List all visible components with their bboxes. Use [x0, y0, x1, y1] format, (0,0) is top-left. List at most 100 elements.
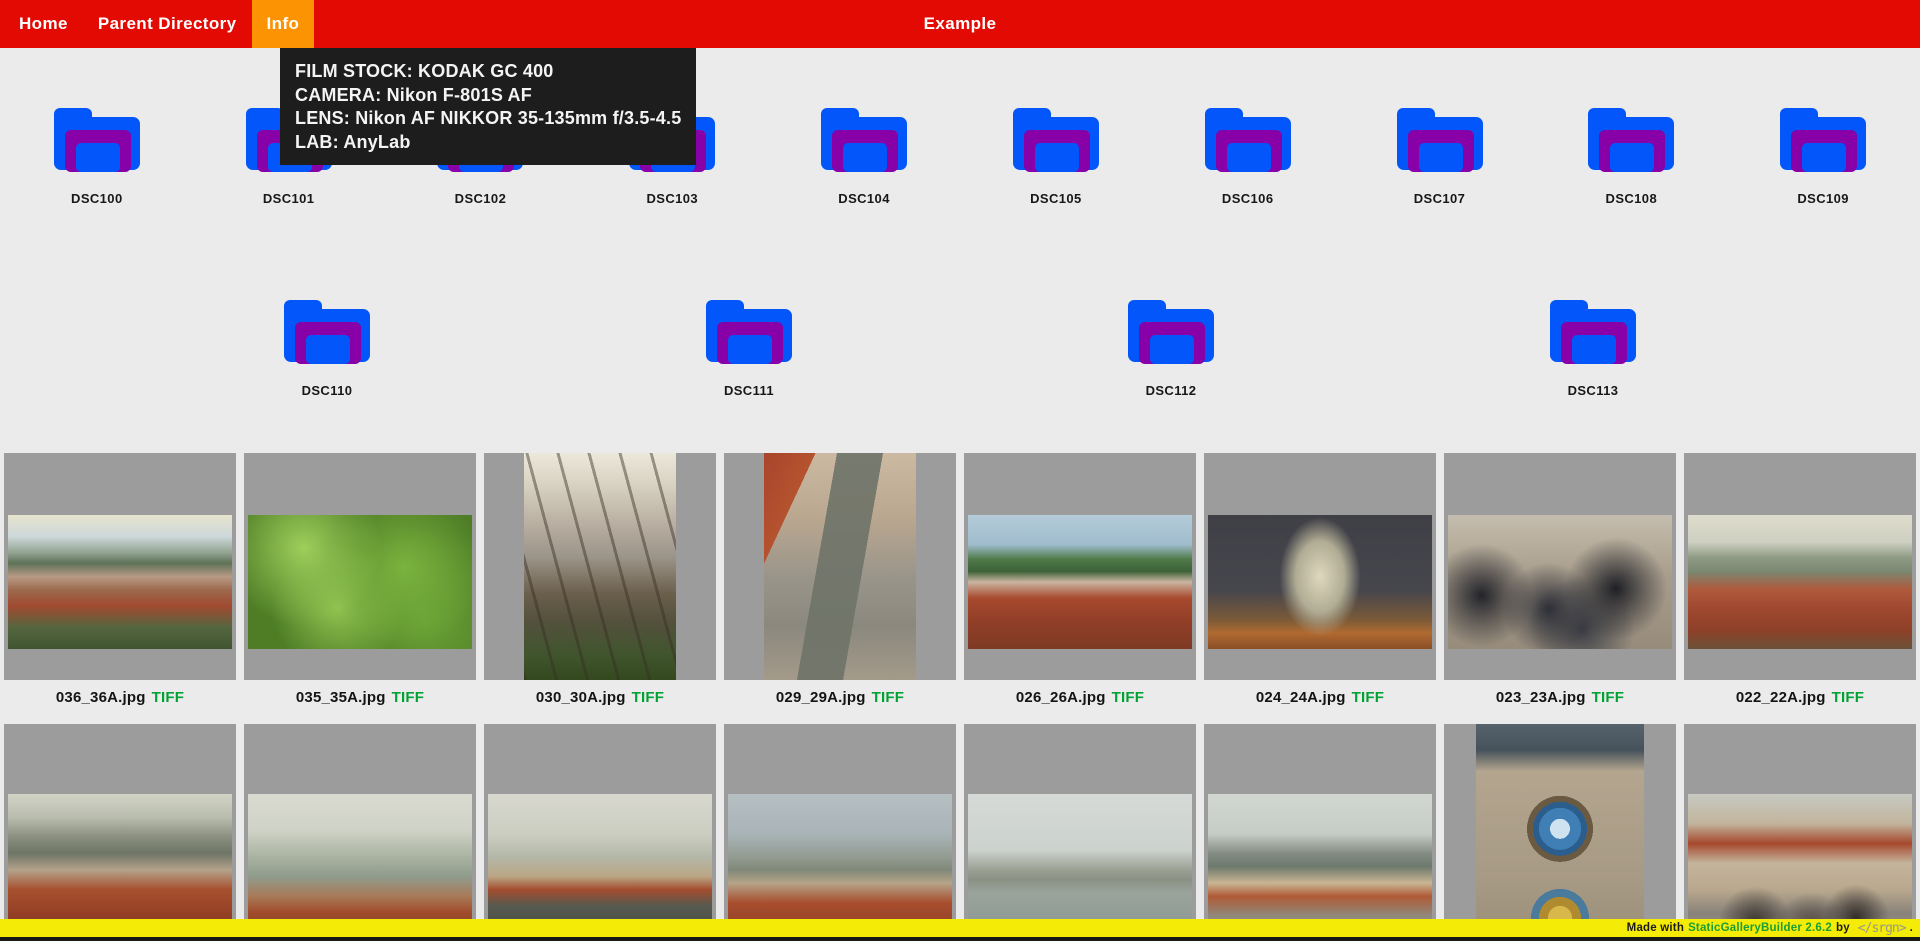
folder-icon — [1550, 300, 1636, 362]
thumbnail-024-24a[interactable] — [1204, 453, 1436, 680]
thumbnail-022-22a[interactable] — [1684, 453, 1916, 680]
nav-item-info[interactable]: Info — [252, 0, 315, 48]
thumbnail-029-29a[interactable] — [724, 453, 956, 680]
folder-label: DSC106 — [1222, 191, 1274, 206]
gallery-item — [1204, 724, 1436, 941]
footer-by: by — [1836, 922, 1850, 934]
tiff-link[interactable]: TIFF — [872, 689, 904, 706]
gallery-item: 024_24A.jpg TIFF — [1204, 453, 1436, 706]
navbar: Home Parent Directory Info Example — [0, 0, 1920, 48]
folder-label: DSC109 — [1797, 191, 1849, 206]
filename-link[interactable]: 029_29A.jpg — [776, 689, 866, 706]
tooltip-line-film-stock: FILM STOCK: KODAK GC 400 — [295, 60, 681, 84]
nav-item-home[interactable]: Home — [4, 0, 83, 48]
gallery-item: 035_35A.jpg TIFF — [244, 453, 476, 706]
thumbnail-hazy-river[interactable] — [244, 724, 476, 941]
thumbnail-riverbank-houses[interactable] — [1204, 724, 1436, 941]
thumbnail-caption: 024_24A.jpg TIFF — [1204, 689, 1436, 706]
gallery-item — [1444, 724, 1676, 941]
thumbnail-river-bridge[interactable] — [484, 724, 716, 941]
thumbnail-036-36a[interactable] — [4, 453, 236, 680]
gallery-item: 026_26A.jpg TIFF — [964, 453, 1196, 706]
filename-link[interactable]: 024_24A.jpg — [1256, 689, 1346, 706]
tiff-link[interactable]: TIFF — [1832, 689, 1864, 706]
thumbnail-grid: 036_36A.jpg TIFF 035_35A.jpg TIFF 030_30A.… — [4, 453, 1916, 941]
gallery-item: 023_23A.jpg TIFF — [1444, 453, 1676, 706]
tooltip-line-lab: LAB: AnyLab — [295, 131, 681, 155]
folder-item-dsc105[interactable]: DSC105 — [961, 108, 1151, 206]
folder-label: DSC113 — [1568, 383, 1619, 398]
thumbnail-caption: 026_26A.jpg TIFF — [964, 689, 1196, 706]
thumbnail-caption: 029_29A.jpg TIFF — [724, 689, 956, 706]
photo-crowd — [1448, 515, 1672, 649]
footer-made-with: Made with — [1627, 922, 1684, 934]
folder-item-dsc100[interactable]: DSC100 — [2, 108, 192, 206]
tooltip-line-lens: LENS: Nikon AF NIKKOR 35-135mm f/3.5-4.5 — [295, 107, 681, 131]
folder-item-dsc111[interactable]: DSC111 — [654, 300, 844, 398]
folder-item-dsc107[interactable]: DSC107 — [1345, 108, 1535, 206]
folder-item-dsc104[interactable]: DSC104 — [769, 108, 959, 206]
thumbnail-023-23a[interactable] — [1444, 453, 1676, 680]
folder-label: DSC103 — [646, 191, 698, 206]
folder-label: DSC111 — [724, 383, 774, 398]
photo-astronomical-clock — [1476, 724, 1644, 941]
folder-icon — [1588, 108, 1674, 170]
gallery-item — [724, 724, 956, 941]
folder-icon — [1128, 300, 1214, 362]
filename-link[interactable]: 026_26A.jpg — [1016, 689, 1106, 706]
thumbnail-astronomical-clock[interactable] — [1444, 724, 1676, 941]
photo-night-church — [1208, 515, 1432, 649]
gallery-item — [484, 724, 716, 941]
folder-label: DSC102 — [455, 191, 507, 206]
tiff-link[interactable]: TIFF — [1112, 689, 1144, 706]
filename-link[interactable]: 030_30A.jpg — [536, 689, 626, 706]
thumbnail-030-30a[interactable] — [484, 453, 716, 680]
nav-item-parent-directory[interactable]: Parent Directory — [83, 0, 252, 48]
folder-label: DSC107 — [1414, 191, 1466, 206]
gallery-item: 029_29A.jpg TIFF — [724, 453, 956, 706]
photo-aerial-street — [764, 453, 916, 680]
filename-link[interactable]: 023_23A.jpg — [1496, 689, 1586, 706]
tiff-link[interactable]: TIFF — [632, 689, 664, 706]
footer-dot: . — [1910, 922, 1913, 934]
footer-bar: Made with StaticGalleryBuilder 2.6.2 by … — [0, 919, 1920, 937]
tooltip-line-camera: CAMERA: Nikon F-801S AF — [295, 84, 681, 108]
thumbnail-caption: 035_35A.jpg TIFF — [244, 689, 476, 706]
folder-icon — [706, 300, 792, 362]
footer-builder-link[interactable]: StaticGalleryBuilder 2.6.2 — [1688, 922, 1832, 934]
thumbnail-026-26a[interactable] — [964, 453, 1196, 680]
thumbnail-035-35a[interactable] — [244, 453, 476, 680]
thumbnail-caption: 036_36A.jpg TIFF — [4, 689, 236, 706]
tiff-link[interactable]: TIFF — [392, 689, 424, 706]
footer: Made with StaticGalleryBuilder 2.6.2 by … — [0, 919, 1920, 941]
folder-label: DSC112 — [1146, 383, 1197, 398]
thumbnail-green-dome[interactable] — [724, 724, 956, 941]
folder-item-dsc112[interactable]: DSC112 — [1076, 300, 1266, 398]
folder-item-dsc113[interactable]: DSC113 — [1498, 300, 1688, 398]
photo-foliage — [248, 515, 472, 649]
thumbnail-caption: 022_22A.jpg TIFF — [1684, 689, 1916, 706]
folder-item-dsc109[interactable]: DSC109 — [1728, 108, 1918, 206]
folder-label: DSC101 — [263, 191, 315, 206]
folder-label: DSC108 — [1606, 191, 1658, 206]
photo-city-panorama — [8, 515, 232, 649]
tiff-link[interactable]: TIFF — [152, 689, 184, 706]
thumbnail-river-boat[interactable] — [964, 724, 1196, 941]
srgn-logo[interactable]: </srgn> — [1858, 921, 1906, 936]
filename-link[interactable]: 036_36A.jpg — [56, 689, 146, 706]
thumbnail-caption: 023_23A.jpg TIFF — [1444, 689, 1676, 706]
filename-link[interactable]: 035_35A.jpg — [296, 689, 386, 706]
folder-icon — [1205, 108, 1291, 170]
tiff-link[interactable]: TIFF — [1592, 689, 1624, 706]
thumbnail-castle-panorama[interactable] — [4, 724, 236, 941]
thumbnail-caption: 030_30A.jpg TIFF — [484, 689, 716, 706]
folder-item-dsc106[interactable]: DSC106 — [1153, 108, 1343, 206]
folder-item-dsc110[interactable]: DSC110 — [232, 300, 422, 398]
folder-label: DSC110 — [302, 383, 353, 398]
folder-item-dsc108[interactable]: DSC108 — [1536, 108, 1726, 206]
gallery-item: 036_36A.jpg TIFF — [4, 453, 236, 706]
tiff-link[interactable]: TIFF — [1352, 689, 1384, 706]
filename-link[interactable]: 022_22A.jpg — [1736, 689, 1826, 706]
thumbnail-street-crowd[interactable] — [1684, 724, 1916, 941]
gallery-item — [1684, 724, 1916, 941]
